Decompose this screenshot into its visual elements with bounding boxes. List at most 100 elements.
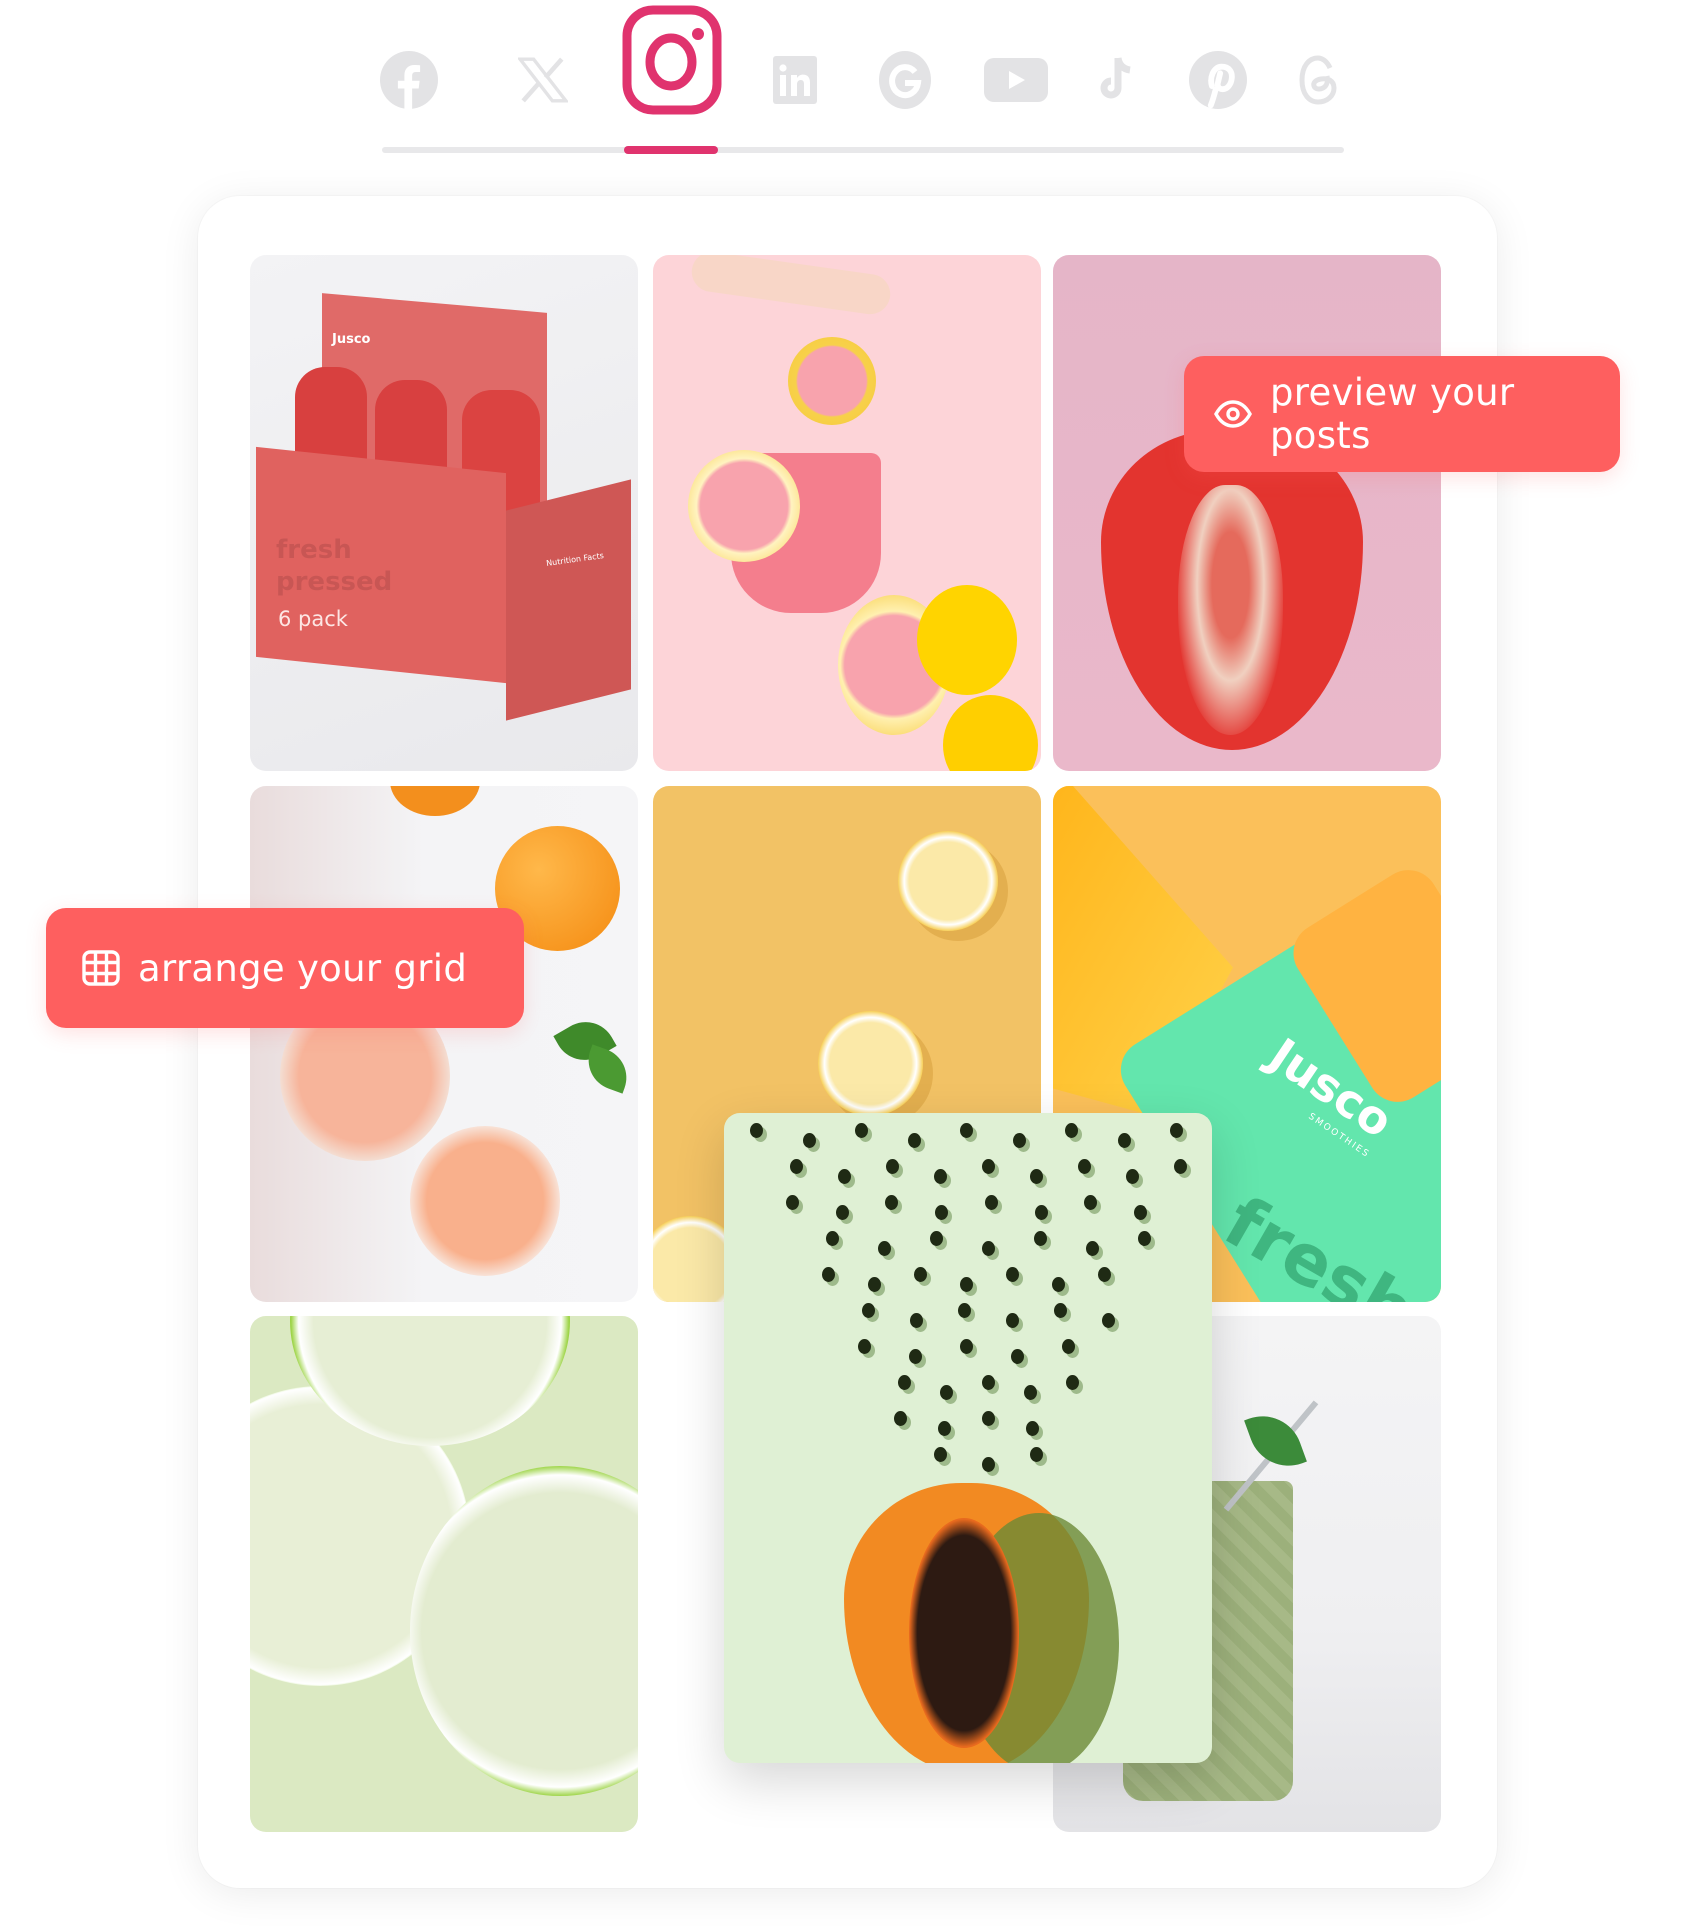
- papaya-seed: [940, 1385, 953, 1400]
- papaya-seed: [858, 1339, 871, 1354]
- google-icon: [879, 51, 931, 109]
- papaya-seed: [868, 1277, 881, 1292]
- papaya-seed: [1134, 1205, 1147, 1220]
- active-tab-indicator: [624, 146, 718, 154]
- youtube-icon: [984, 58, 1048, 102]
- image-text-line1: fresh: [276, 535, 352, 565]
- tab-linkedin[interactable]: [745, 30, 845, 130]
- papaya-seed: [1012, 1133, 1026, 1148]
- tab-threads[interactable]: [1270, 30, 1370, 130]
- papaya-seed: [822, 1267, 835, 1282]
- tab-tiktok[interactable]: [1068, 30, 1168, 130]
- papaya-seed: [1024, 1385, 1037, 1400]
- papaya-seed: [786, 1195, 799, 1210]
- papaya-seed: [835, 1205, 849, 1220]
- papaya-seed: [1065, 1123, 1078, 1138]
- threads-icon: [1299, 55, 1337, 105]
- papaya-seed: [914, 1267, 927, 1282]
- papaya-seed: [1126, 1169, 1139, 1184]
- grid-tile-lime-slices[interactable]: [250, 1316, 638, 1832]
- tab-track: [382, 147, 1344, 153]
- papaya-seed: [862, 1303, 875, 1318]
- papaya-seed: [984, 1195, 998, 1210]
- preview-badge-label: preview your posts: [1270, 371, 1515, 457]
- papaya-seed: [1034, 1231, 1047, 1246]
- x-twitter-icon: [518, 57, 568, 103]
- arrange-badge-label: arrange your grid: [138, 946, 468, 990]
- tab-youtube[interactable]: [966, 30, 1066, 130]
- eye-icon: [1214, 400, 1252, 428]
- papaya-seed: [907, 1133, 921, 1148]
- papaya-seed: [982, 1375, 995, 1390]
- papaya-seed: [935, 1205, 949, 1220]
- grid-tile-orange-drinks[interactable]: [250, 786, 638, 1302]
- papaya-seed: [938, 1421, 951, 1436]
- papaya-seed: [802, 1133, 816, 1148]
- papaya-seed: [1117, 1133, 1131, 1148]
- papaya-seed: [934, 1169, 947, 1184]
- tab-google[interactable]: [855, 30, 955, 130]
- arrange-your-grid-badge[interactable]: arrange your grid: [46, 908, 524, 1028]
- instagram-icon: [622, 5, 722, 115]
- papaya-seed: [1170, 1123, 1183, 1138]
- papaya-seed: [1086, 1241, 1099, 1256]
- papaya-seed: [1062, 1339, 1075, 1354]
- papaya-seed: [960, 1339, 973, 1354]
- social-network-tabs: [0, 0, 1688, 170]
- papaya-seed: [1030, 1169, 1043, 1184]
- linkedin-icon: [773, 56, 817, 104]
- image-text-line3: 6 pack: [278, 607, 348, 631]
- papaya-seed: [790, 1159, 803, 1174]
- papaya-seed: [1098, 1267, 1111, 1282]
- papaya-seed: [934, 1447, 947, 1462]
- papaya-seed: [878, 1241, 891, 1256]
- papaya-seed: [826, 1231, 839, 1246]
- papaya-seed: [960, 1277, 973, 1292]
- papaya-seed: [855, 1123, 868, 1138]
- pinterest-icon: [1189, 51, 1247, 109]
- grid-tile-juice-six-pack[interactable]: Jusco fresh pressed 6 pack Nutrition Fac…: [250, 255, 638, 771]
- papaya-seed: [750, 1123, 763, 1138]
- papaya-seed: [930, 1231, 943, 1246]
- grid-tile-strawberry[interactable]: [1053, 255, 1441, 771]
- image-text-brand: Jusco: [332, 332, 371, 347]
- papaya-seed: [1102, 1313, 1115, 1328]
- papaya-seed: [909, 1349, 922, 1364]
- tab-instagram[interactable]: [622, 5, 722, 115]
- papaya-seed: [982, 1241, 995, 1256]
- papaya-seed: [1138, 1231, 1151, 1246]
- papaya-seed: [1054, 1303, 1067, 1318]
- papaya-seed: [1084, 1195, 1098, 1210]
- papaya-seed: [1174, 1159, 1187, 1174]
- preview-your-posts-badge[interactable]: preview your posts: [1184, 356, 1620, 472]
- papaya-seed: [1026, 1421, 1039, 1436]
- tab-pinterest[interactable]: [1168, 30, 1268, 130]
- papaya-seed: [898, 1375, 911, 1390]
- papaya-seed: [1034, 1205, 1048, 1220]
- tiktok-icon: [1100, 57, 1131, 99]
- papaya-seed: [1078, 1159, 1091, 1174]
- papaya-seed: [885, 1195, 899, 1210]
- papaya-seed: [1006, 1267, 1019, 1282]
- papaya-seed: [1030, 1447, 1043, 1462]
- grid-tile-pink-lemonade[interactable]: [653, 255, 1041, 771]
- papaya-seed: [958, 1303, 971, 1318]
- image-text-line2: pressed: [276, 567, 393, 597]
- papaya-seed: [982, 1411, 995, 1426]
- grid-icon: [82, 950, 120, 986]
- papaya-seed: [982, 1457, 995, 1472]
- papaya-seed: [838, 1169, 851, 1184]
- papaya-seed: [1066, 1375, 1079, 1390]
- papaya-seed: [910, 1313, 923, 1328]
- papaya-seed: [960, 1123, 973, 1138]
- dragged-tile-papaya-seeds[interactable]: [724, 1113, 1212, 1763]
- tab-facebook[interactable]: [359, 30, 459, 130]
- tab-x[interactable]: [493, 30, 593, 130]
- papaya-seed: [1006, 1313, 1019, 1328]
- papaya-seed: [894, 1411, 907, 1426]
- papaya-seed: [1011, 1349, 1024, 1364]
- papaya-seed: [982, 1159, 995, 1174]
- papaya-seed: [886, 1159, 899, 1174]
- papaya-seed: [1052, 1277, 1065, 1292]
- facebook-icon: [380, 51, 438, 109]
